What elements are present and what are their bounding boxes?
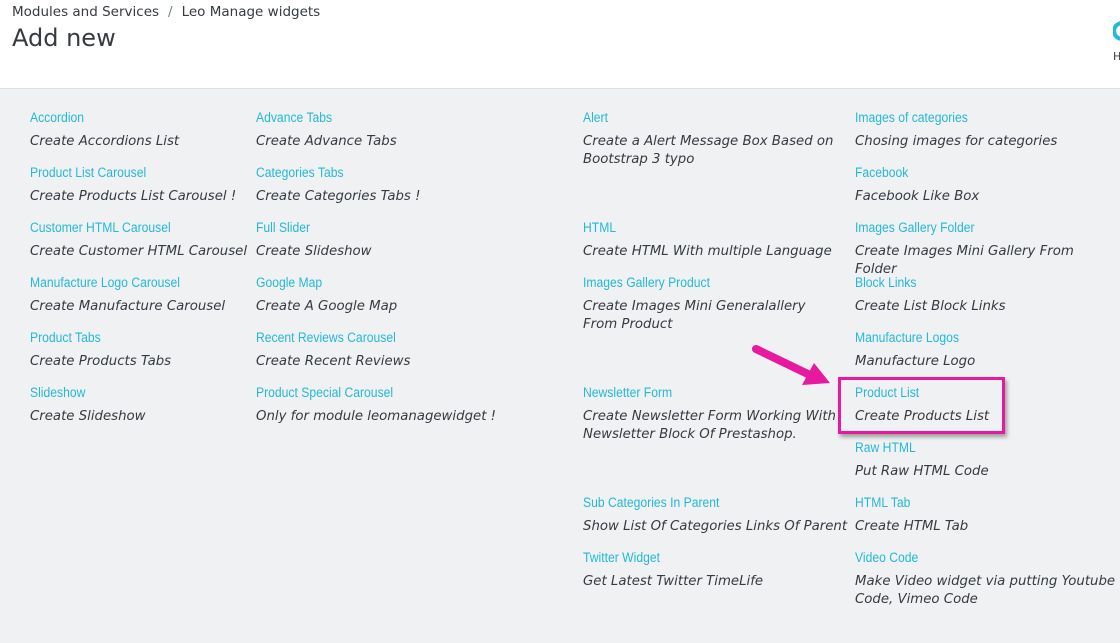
widget-description: Make Video widget via putting Youtube Co…	[855, 574, 1116, 607]
widget-item-slideshow[interactable]: Slideshow Create Slideshow	[30, 385, 250, 426]
widget-title[interactable]: Sub Categories In Parent	[583, 495, 822, 511]
widget-item-manufacture-logo-carousel[interactable]: Manufacture Logo Carousel Create Manufac…	[30, 275, 250, 316]
widget-item-product-tabs[interactable]: Product Tabs Create Products Tabs	[30, 330, 250, 371]
widget-description: Create Recent Reviews	[256, 354, 411, 369]
pointer-arrow-icon	[752, 345, 830, 385]
widget-title[interactable]: Images Gallery Folder	[855, 220, 1091, 236]
widget-description: Create Slideshow	[256, 244, 372, 259]
widget-title[interactable]: Images Gallery Product	[583, 275, 813, 291]
widget-title[interactable]: Slideshow	[30, 385, 228, 401]
widget-description: Create Accordions List	[30, 134, 180, 149]
widget-description: Create Products Tabs	[30, 354, 172, 369]
widget-title[interactable]: Video Code	[855, 550, 1091, 566]
widget-title[interactable]: Images of categories	[855, 110, 1091, 126]
page-header: Modules and Services / Leo Manage widgets …	[0, 0, 1120, 89]
widget-description: Create Manufacture Carousel	[30, 299, 226, 314]
breadcrumb-separator: /	[168, 4, 173, 20]
widget-item-customer-html-carousel[interactable]: Customer HTML Carousel Create Customer H…	[30, 220, 250, 261]
widget-item-twitter-widget[interactable]: Twitter Widget Get Latest Twitter TimeLi…	[583, 550, 838, 591]
widget-item-categories-tabs[interactable]: Categories Tabs Create Categories Tabs !	[256, 165, 576, 206]
breadcrumb-parent-link[interactable]: Modules and Services	[12, 4, 159, 20]
widget-description: Show List Of Categories Links Of Parent	[583, 519, 848, 534]
widget-description: Create List Block Links	[855, 299, 1006, 314]
widget-description: Put Raw HTML Code	[855, 464, 989, 479]
widget-description: Chosing images for categories	[855, 134, 1058, 149]
widget-title[interactable]: Advance Tabs	[256, 110, 544, 126]
widget-item-html-tab[interactable]: HTML Tab Create HTML Tab	[855, 495, 1117, 536]
widget-item-facebook[interactable]: Facebook Facebook Like Box	[855, 165, 1117, 206]
widget-description: Create Products List Carousel !	[30, 189, 237, 204]
widget-title[interactable]: Customer HTML Carousel	[30, 220, 228, 236]
widget-title[interactable]: Categories Tabs	[256, 165, 544, 181]
widget-description: Create A Google Map	[256, 299, 398, 314]
widget-title[interactable]: Product List Carousel	[30, 165, 228, 181]
widget-title[interactable]: Manufacture Logos	[855, 330, 1091, 346]
widget-title[interactable]: Google Map	[256, 275, 544, 291]
widget-description: Manufacture Logo	[855, 354, 976, 369]
help-label[interactable]: H	[1113, 50, 1120, 63]
widget-description: Create Slideshow	[30, 409, 146, 424]
widget-title[interactable]: Twitter Widget	[583, 550, 813, 566]
widget-item-newsletter-form[interactable]: Newsletter Form Create Newsletter Form W…	[583, 385, 838, 444]
widget-item-google-map[interactable]: Google Map Create A Google Map	[256, 275, 576, 316]
widget-item-product-list-carousel[interactable]: Product List Carousel Create Products Li…	[30, 165, 250, 206]
widget-title[interactable]: Full Slider	[256, 220, 544, 236]
widget-description: Create HTML With multiple Language	[583, 244, 832, 259]
breadcrumb: Modules and Services / Leo Manage widgets	[12, 4, 320, 20]
widget-item-images-gallery-folder[interactable]: Images Gallery Folder Create Images Mini…	[855, 220, 1117, 279]
widget-title[interactable]: Product Special Carousel	[256, 385, 544, 401]
widget-title[interactable]: HTML Tab	[855, 495, 1091, 511]
widget-description: Create Newsletter Form Working With News…	[583, 409, 836, 442]
widget-item-images-of-categories[interactable]: Images of categories Chosing images for …	[855, 110, 1117, 151]
breadcrumb-current: Leo Manage widgets	[181, 4, 321, 20]
widget-title[interactable]: Product Tabs	[30, 330, 228, 346]
widget-item-sub-categories-in-parent[interactable]: Sub Categories In Parent Show List Of Ca…	[583, 495, 848, 536]
widget-description: Create Customer HTML Carousel	[30, 244, 248, 259]
widget-description: Facebook Like Box	[855, 189, 980, 204]
widget-item-images-gallery-product[interactable]: Images Gallery Product Create Images Min…	[583, 275, 838, 334]
widget-title[interactable]: HTML	[583, 220, 813, 236]
widget-title[interactable]: Recent Reviews Carousel	[256, 330, 544, 346]
widget-item-recent-reviews-carousel[interactable]: Recent Reviews Carousel Create Recent Re…	[256, 330, 576, 371]
widget-description: Create Advance Tabs	[256, 134, 397, 149]
widget-title[interactable]: Block Links	[855, 275, 1091, 291]
widget-item-raw-html[interactable]: Raw HTML Put Raw HTML Code	[855, 440, 1117, 481]
widget-item-video-code[interactable]: Video Code Make Video widget via putting…	[855, 550, 1117, 609]
widget-description: Create Images Mini Generalallery From Pr…	[583, 299, 806, 332]
widget-item-html[interactable]: HTML Create HTML With multiple Language	[583, 220, 838, 261]
widget-title[interactable]: Accordion	[30, 110, 228, 126]
widget-item-advance-tabs[interactable]: Advance Tabs Create Advance Tabs	[256, 110, 576, 151]
widget-description: Create Images Mini Gallery From Folder	[855, 244, 1074, 277]
widget-description: Get Latest Twitter TimeLife	[583, 574, 764, 589]
widget-description: Create a Alert Message Box Based on Boot…	[583, 134, 834, 167]
widget-item-alert[interactable]: Alert Create a Alert Message Box Based o…	[583, 110, 838, 169]
widget-item-manufacture-logos[interactable]: Manufacture Logos Manufacture Logo	[855, 330, 1117, 371]
widget-title[interactable]: Manufacture Logo Carousel	[30, 275, 228, 291]
help-icon[interactable]	[1113, 20, 1120, 42]
widget-title[interactable]: Facebook	[855, 165, 1091, 181]
widget-description: Create Categories Tabs !	[256, 189, 421, 204]
widget-title[interactable]: Raw HTML	[855, 440, 1091, 456]
widget-item-full-slider[interactable]: Full Slider Create Slideshow	[256, 220, 576, 261]
highlight-box	[838, 377, 1005, 434]
widget-item-product-special-carousel[interactable]: Product Special Carousel Only for module…	[256, 385, 576, 426]
widget-item-block-links[interactable]: Block Links Create List Block Links	[855, 275, 1117, 316]
page-title: Add new	[12, 24, 116, 52]
widget-item-accordion[interactable]: Accordion Create Accordions List	[30, 110, 250, 151]
widget-description: Only for module leomanagewidget !	[256, 409, 496, 424]
widget-title[interactable]: Alert	[583, 110, 813, 126]
widget-description: Create HTML Tab	[855, 519, 969, 534]
